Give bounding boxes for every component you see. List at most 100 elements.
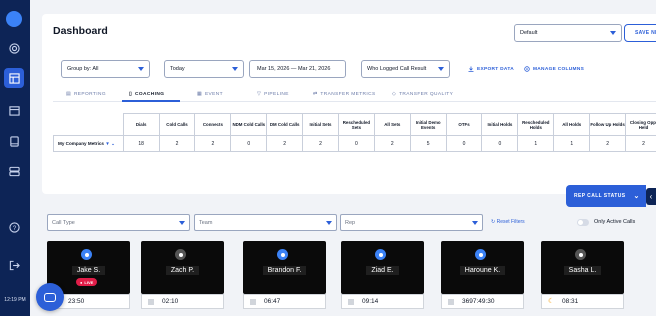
rep-select[interactable]: Rep xyxy=(340,214,483,231)
column-header[interactable]: NDM Cold Calls xyxy=(230,113,268,136)
table-cell: 5 xyxy=(409,135,447,152)
rep-card-footer: ☾ 08:31 xyxy=(541,294,624,309)
column-header[interactable]: Initial Holds xyxy=(481,113,519,136)
rep-call-status-button[interactable]: REP CALL STATUS ⌄ xyxy=(566,185,646,207)
rep-card-footer: 3697:49:30 xyxy=(441,294,524,309)
rep-card[interactable]: Sasha L. ☾ 08:31 xyxy=(541,241,624,309)
row-label: My Company Metrics xyxy=(58,140,104,146)
refresh-icon: ↻ xyxy=(491,219,496,225)
dashboard-icon[interactable] xyxy=(4,68,24,88)
calendar-icon[interactable] xyxy=(4,100,24,120)
column-header[interactable]: OTFs xyxy=(445,113,483,136)
column-header[interactable]: Connects xyxy=(194,113,232,136)
rep-name: Sasha L. xyxy=(563,266,602,275)
live-label: LIVE xyxy=(84,279,94,285)
column-header[interactable]: Dials xyxy=(122,113,160,136)
chat-icon xyxy=(44,292,56,302)
view-select[interactable]: Default xyxy=(514,24,622,42)
record-icon: ● xyxy=(80,279,83,285)
tablet-icon[interactable] xyxy=(4,131,24,151)
table-cell: 2 xyxy=(625,135,656,152)
period-select[interactable]: Today xyxy=(164,60,244,78)
rep-time: 02:10 xyxy=(162,298,179,305)
column-header[interactable]: Rescheduled Holds xyxy=(517,113,555,136)
logout-icon[interactable] xyxy=(4,255,24,275)
rep-card[interactable]: Haroune K. 3697:49:30 xyxy=(441,241,524,309)
export-data-link[interactable]: EXPORT DATA xyxy=(468,66,514,72)
chat-button[interactable] xyxy=(36,283,64,311)
page-title: Dashboard xyxy=(53,25,108,37)
export-data-label: EXPORT DATA xyxy=(477,66,514,72)
column-header[interactable]: DM Cold Calls xyxy=(266,113,304,136)
tab-transfer-metrics[interactable]: ⇄ TRANSFER METRICS xyxy=(313,92,376,97)
row-label-cell[interactable]: My Company Metrics ▼ ⌄ xyxy=(53,135,124,152)
column-header[interactable]: Initial Sets xyxy=(302,113,339,136)
logged-by-select[interactable]: Who Logged Call Result xyxy=(361,60,450,78)
chevron-down-icon: ⌄ xyxy=(633,193,640,200)
table-cell: 0 xyxy=(230,135,268,152)
table-cell: 2 xyxy=(589,135,627,152)
team-placeholder: Team xyxy=(199,219,213,226)
server-icon[interactable] xyxy=(4,161,24,181)
call-type-select[interactable]: Call Type xyxy=(47,214,190,231)
tab-label: REPORTING xyxy=(73,92,106,97)
team-select[interactable]: Team xyxy=(194,214,337,231)
table-cell: 2 xyxy=(302,135,339,152)
avatar xyxy=(175,249,186,260)
tab-reporting[interactable]: ▤ REPORTING xyxy=(66,92,106,97)
filter-icon[interactable]: ▼ xyxy=(105,141,110,146)
chevron-down-icon xyxy=(610,31,616,35)
tab-pipeline[interactable]: ▽ PIPELINE xyxy=(257,92,289,97)
rep-card-footer: 02:10 xyxy=(141,294,224,309)
reset-filters-link[interactable]: ↻ Reset Filters xyxy=(491,219,525,225)
user-avatar-icon[interactable] xyxy=(6,11,22,27)
date-range-field[interactable]: Mar 15, 2026 — Mar 21, 2026 xyxy=(249,60,346,78)
avatar xyxy=(575,249,586,260)
document-icon: ▤ xyxy=(66,92,71,97)
column-header[interactable]: Rescheduled Sets xyxy=(337,113,375,136)
idle-icon xyxy=(348,299,354,305)
tab-label: TRANSFER METRICS xyxy=(320,92,376,97)
column-header[interactable]: Follow Up Holds xyxy=(589,113,627,136)
avatar xyxy=(475,249,486,260)
rep-video: Brandon F. xyxy=(243,241,326,294)
rep-video: Sasha L. xyxy=(541,241,624,294)
rep-card[interactable]: Zach P. 02:10 xyxy=(141,241,224,309)
date-range-value: Mar 15, 2026 — Mar 21, 2026 xyxy=(257,66,331,72)
rep-card-footer: 06:47 xyxy=(243,294,326,309)
avatar xyxy=(277,249,288,260)
rep-card[interactable]: Ziad E. 09:14 xyxy=(341,241,424,309)
column-header[interactable]: Initial Demo Events xyxy=(409,113,447,136)
idle-icon xyxy=(448,299,454,305)
reset-filters-label: Reset Filters xyxy=(496,219,525,225)
tab-transfer-quality[interactable]: ◇ TRANSFER QUALITY xyxy=(392,92,453,97)
clock-time: 12:19 PM xyxy=(4,297,26,303)
table-corner xyxy=(53,113,124,136)
manage-columns-link[interactable]: MANAGE COLUMNS xyxy=(524,66,584,72)
rep-name: Brandon F. xyxy=(262,266,307,275)
rep-name: Jake S. xyxy=(71,266,106,275)
column-header[interactable]: Closing Opp. Held xyxy=(625,113,656,136)
chevron-down-icon xyxy=(179,221,185,225)
tab-event[interactable]: ▦ EVENT xyxy=(197,92,223,97)
column-header[interactable]: All Holds xyxy=(553,113,591,136)
table-cell: 2 xyxy=(194,135,232,152)
group-by-select[interactable]: Group by: All xyxy=(61,60,150,78)
collapse-tab[interactable]: ‹ xyxy=(646,188,656,205)
tab-coaching[interactable]: ▯ COACHING xyxy=(129,92,164,97)
chevron-left-icon: ‹ xyxy=(649,192,653,201)
chevron-down-icon[interactable]: ⌄ xyxy=(111,141,115,146)
only-active-toggle[interactable] xyxy=(577,219,589,226)
help-icon[interactable]: ? xyxy=(4,217,24,237)
table-cell: 0 xyxy=(481,135,519,152)
save-button[interactable]: SAVE NE xyxy=(624,24,656,42)
rep-name: Haroune K. xyxy=(459,266,506,275)
tab-label: EVENT xyxy=(204,92,223,97)
table-header-row: Dials Cold Calls Connects NDM Cold Calls… xyxy=(53,113,656,136)
live-badge: ● LIVE xyxy=(76,278,98,286)
tab-label: COACHING xyxy=(135,92,165,97)
rep-card[interactable]: Brandon F. 06:47 xyxy=(243,241,326,309)
column-header[interactable]: Cold Calls xyxy=(158,113,196,136)
radar-icon[interactable] xyxy=(4,38,24,58)
column-header[interactable]: All Sets xyxy=(373,113,411,136)
